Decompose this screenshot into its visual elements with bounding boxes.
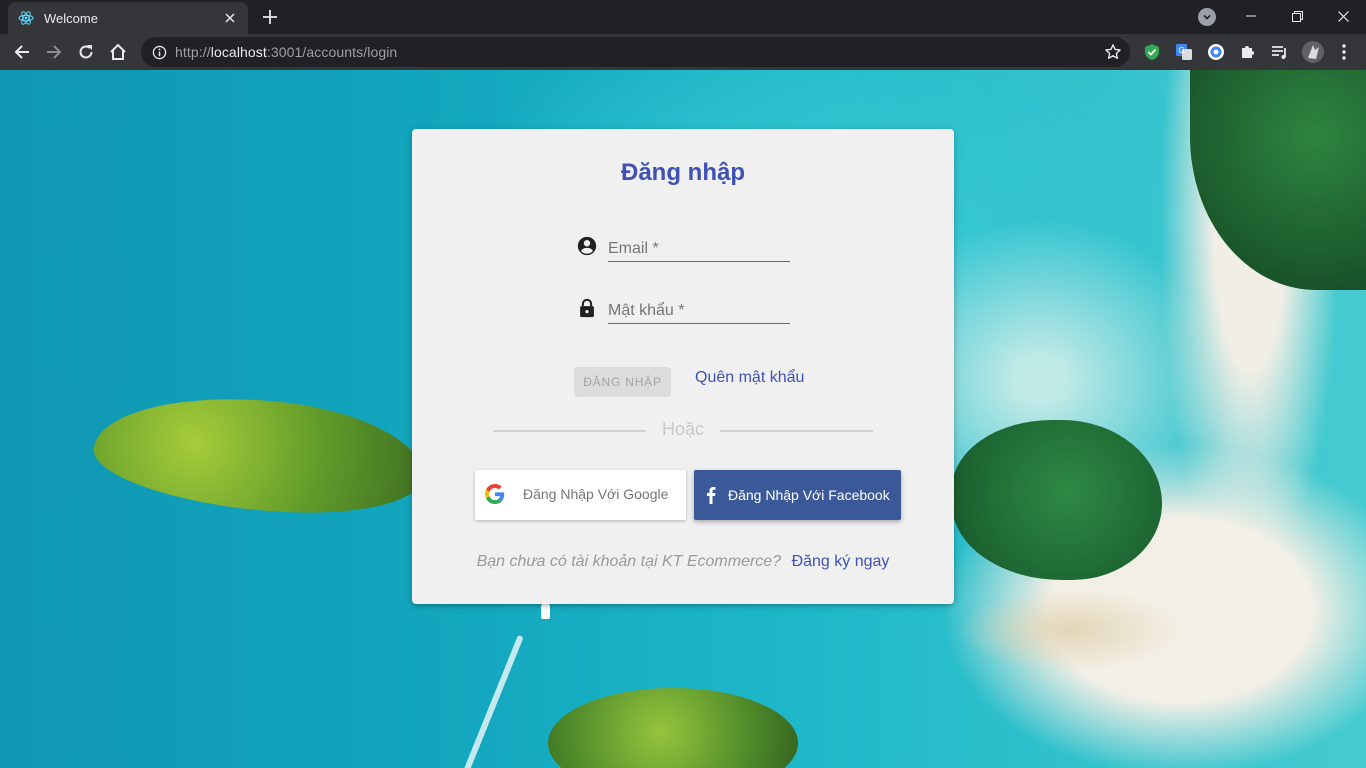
lock-icon [576,297,598,319]
home-button[interactable] [104,38,132,66]
browser-tab[interactable]: Welcome [8,2,248,34]
forgot-password-link[interactable]: Quên mật khẩu [695,369,804,387]
translate-extension-icon[interactable]: G [1175,43,1193,61]
page-title: Đăng nhập [621,159,745,186]
login-button[interactable]: ĐĂNG NHẬP [574,367,671,397]
google-login-label: Đăng Nhập Với Google [523,486,669,502]
restore-button[interactable] [1274,0,1320,32]
background-island [548,688,798,768]
background-forest [1190,70,1366,290]
signup-link[interactable]: Đăng ký ngay [792,553,890,570]
password-field-group [576,286,790,326]
tab-search-icon[interactable] [1198,8,1216,26]
facebook-icon [706,486,716,504]
media-queue-icon[interactable] [1271,43,1289,61]
forward-button[interactable] [40,38,68,66]
info-icon[interactable] [151,44,167,60]
react-icon [18,10,34,26]
facebook-login-button[interactable]: Đăng Nhập Với Facebook [694,470,901,520]
signup-row: Bạn chưa có tài khoản tại KT Ecommerce? … [412,553,954,571]
url-text: http://localhost:3001/accounts/login [175,44,397,60]
shield-extension-icon[interactable] [1143,43,1161,61]
signup-question: Bạn chưa có tài khoản tại KT Ecommerce? [476,553,782,570]
url-host: localhost [210,44,267,60]
divider-left [493,430,646,432]
tab-close-icon[interactable] [222,10,238,26]
background-island [952,420,1162,580]
more-menu-icon[interactable] [1335,43,1353,61]
tab-title: Welcome [44,10,98,26]
close-window-button[interactable] [1320,0,1366,32]
address-bar[interactable]: http://localhost:3001/accounts/login [141,37,1130,67]
url-path: :3001/accounts/login [266,44,398,60]
url-scheme: http:// [175,44,211,60]
browser-tab-strip: Welcome [0,0,1366,34]
browser-toolbar: http://localhost:3001/accounts/login G [0,34,1366,70]
background-boat-wake [458,634,524,768]
or-separator: Hoặc [661,419,705,439]
background-island [89,383,429,527]
bookmark-star-icon[interactable] [1104,43,1122,61]
login-card: Đăng nhập ĐĂNG NHẬP Quên mật khẩu Hoặc Đ… [412,129,954,604]
minimize-button[interactable] [1228,0,1274,32]
circle-extension-icon[interactable] [1207,43,1225,61]
page-background: Đăng nhập ĐĂNG NHẬP Quên mật khẩu Hoặc Đ… [0,70,1366,768]
google-login-button[interactable]: Đăng Nhập Với Google [475,470,686,520]
avatar[interactable] [1302,41,1324,63]
new-tab-button[interactable] [258,6,282,28]
reload-button[interactable] [72,38,100,66]
facebook-login-label: Đăng Nhập Với Facebook [728,487,890,503]
email-field-group [576,224,790,264]
password-input[interactable] [608,286,790,324]
background-boat [541,603,550,619]
divider-right [720,430,873,432]
email-input[interactable] [608,224,790,262]
account-circle-icon [576,235,598,257]
google-icon [485,484,505,504]
back-button[interactable] [8,38,36,66]
puzzle-icon[interactable] [1239,43,1257,61]
svg-text:G: G [1179,46,1185,55]
